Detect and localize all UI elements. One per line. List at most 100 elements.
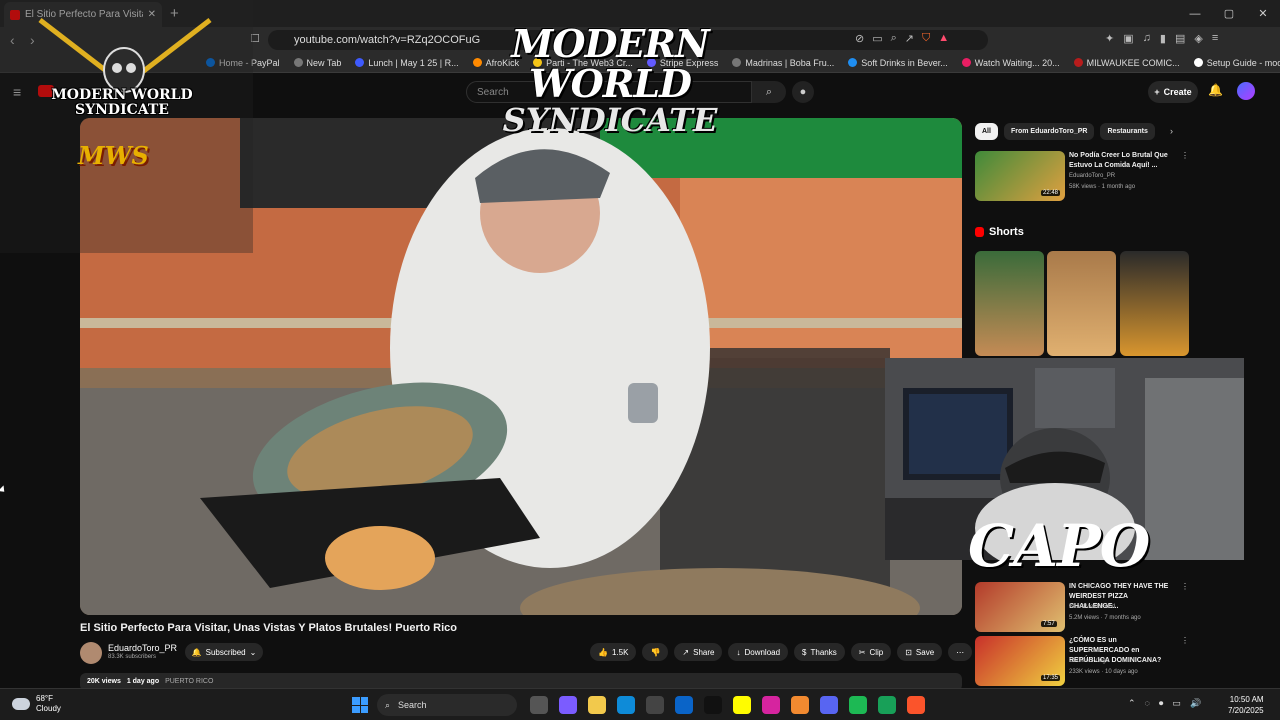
recommendation-channel[interactable]: Coreano Vlogs [1069,658,1109,664]
whatsapp-icon[interactable] [878,696,896,714]
store-icon[interactable] [646,696,664,714]
upload-age: 1 day ago [126,678,160,685]
instagram-icon[interactable] [762,696,780,714]
weather-widget[interactable]: 68°F Cloudy [12,694,61,714]
network-icon[interactable]: ◌ [1145,698,1150,709]
channel-row: EduardoToro_PR 83.3K subscribers 🔔 Subsc… [80,640,973,664]
minimize-button[interactable]: — [1178,0,1212,27]
bookmark-item[interactable]: New Tab [293,58,341,68]
more-icon[interactable]: ⋮ [1181,151,1189,160]
brave-icon[interactable] [907,696,925,714]
recommendation-meta: 5.2M views · 7 months ago [1069,615,1141,621]
recommendation-item[interactable]: 7:57 IN CHICAGO THEY HAVE THE WEIRDEST P… [975,582,1190,634]
dislike-button[interactable]: 👎 [642,643,669,661]
create-button[interactable]: + Create [1148,81,1198,103]
chip-all[interactable]: All [975,123,998,140]
short-thumbnail[interactable] [1120,251,1189,356]
copilot-icon[interactable] [559,696,577,714]
chip-restaurants[interactable]: Restaurants [1100,123,1155,140]
spotify-icon[interactable] [849,696,867,714]
download-button[interactable]: ↓ Download [728,643,789,661]
mute-icon[interactable]: ⊘ [855,32,864,45]
short-thumbnail[interactable] [1047,251,1116,356]
chevron-up-icon[interactable]: ⌃ [1128,698,1136,709]
taskbar-search[interactable]: ⌕ Search [377,694,517,716]
vlc-icon[interactable] [791,696,809,714]
extensions-icon[interactable]: ✦ [1105,32,1114,45]
share-button[interactable]: ↗ Share [674,643,723,661]
sidebar-icon[interactable]: ▮ [1160,32,1166,45]
bookmark-item[interactable]: Soft Drinks in Bever... [848,58,948,68]
bookmark-item[interactable]: Watch Waiting... 20... [961,58,1060,68]
bookmark-favicon-icon [355,58,365,67]
outlook-icon[interactable] [675,696,693,714]
edge-icon[interactable] [617,696,635,714]
voice-search-button[interactable]: ● [792,81,814,103]
recommendation-title[interactable]: No Podía Creer Lo Brutal Que Estuvo La C… [1069,151,1179,171]
clock[interactable]: 10:50 AM 7/20/2025 [1228,694,1264,716]
badge-text: MODERN WORLD SYNDICATE [51,87,193,118]
microphone-icon[interactable]: ⏺ [1159,698,1164,709]
brave-rewards-icon[interactable]: ▲ [938,32,949,45]
task-view-icon[interactable] [530,696,548,714]
system-tray: ⌃ ◌ ⏺ ▭ 🔊 [1128,698,1201,709]
filter-chips: All From EduardoToro_PR Restaurants [975,123,1155,140]
more-icon[interactable]: ⋮ [1181,636,1189,645]
shorts-icon [975,227,984,237]
more-icon: ⋯ [956,647,965,657]
brave-shield-icon[interactable]: ⛉ [922,32,930,45]
thanks-icon: $ [802,647,807,657]
thanks-button[interactable]: $ Thanks [794,643,845,661]
channel-name[interactable]: EduardoToro_PR [108,643,177,653]
microphone-icon: ● [799,86,807,98]
bookmark-item[interactable]: MILWAUKEE COMIC... [1073,58,1180,68]
recommendation-channel[interactable]: BeardMeetsFood [1069,604,1115,610]
close-window-button[interactable]: ✕ [1246,0,1280,27]
snapchat-icon[interactable] [733,696,751,714]
vpn-icon[interactable]: ◈ [1194,32,1202,45]
display-icon[interactable]: ▭ [1172,698,1181,709]
more-icon[interactable]: ⋮ [1181,582,1189,591]
music-icon[interactable]: ♫ [1143,32,1151,45]
cloud-icon [12,698,30,710]
chevron-down-icon: ⌄ [249,647,257,657]
subscribed-button[interactable]: 🔔 Subscribed ⌄ [185,643,263,661]
wallet-icon[interactable]: ▤ [1175,32,1185,45]
discord-icon[interactable] [820,696,838,714]
recommendation-item[interactable]: 17:35 ¿CÓMO ES un SUPERMERCADO en REPÚBL… [975,636,1190,688]
short-thumbnail[interactable] [975,251,1044,356]
subscriber-count: 83.3K subscribers [108,654,157,660]
tiktok-icon[interactable] [704,696,722,714]
maximize-button[interactable]: ▢ [1212,0,1246,27]
bookmark-favicon-icon [961,58,971,67]
share-icon[interactable]: ↗ [905,32,914,45]
view-count: 20K views [87,678,121,685]
webcam-name-text: CAPO [968,512,1150,580]
notifications-bell-icon[interactable]: 🔔 [1208,83,1223,97]
bookmark-favicon-icon [293,58,303,67]
like-button[interactable]: 👍 1.5K [590,643,637,661]
screenshot-icon[interactable]: ▣ [1123,32,1133,45]
temperature: 68°F [36,694,53,703]
clock-date: 7/20/2025 [1228,706,1264,715]
zoom-icon[interactable]: ⌕ [891,32,897,45]
hashtag[interactable]: PUERTO RICO [165,678,213,685]
recommendation-channel[interactable]: EduardoToro_PR [1069,173,1115,179]
chevron-right-icon[interactable]: › [1170,126,1173,136]
bookmark-item[interactable]: Setup Guide - moon... [1193,58,1280,68]
clock-time: 10:50 AM [1229,695,1264,704]
save-button[interactable]: ⊡ Save [897,643,943,661]
cast-icon[interactable]: ▭ [872,32,882,45]
chip-from-channel[interactable]: From EduardoToro_PR [1003,123,1095,140]
volume-icon[interactable]: 🔊 [1190,698,1201,709]
start-button[interactable] [352,697,368,713]
clip-button[interactable]: ✂ Clip [850,643,892,661]
menu-icon[interactable]: ≡ [1212,32,1218,45]
download-icon: ↓ [736,647,741,657]
more-actions-button[interactable]: ⋯ [948,643,973,661]
avatar[interactable] [1237,82,1255,100]
channel-avatar[interactable] [80,642,102,664]
file-explorer-icon[interactable] [588,696,606,714]
recommendation-item[interactable]: 22:48 No Podía Creer Lo Brutal Que Estuv… [975,151,1190,203]
skull-emblem-icon [38,18,212,93]
